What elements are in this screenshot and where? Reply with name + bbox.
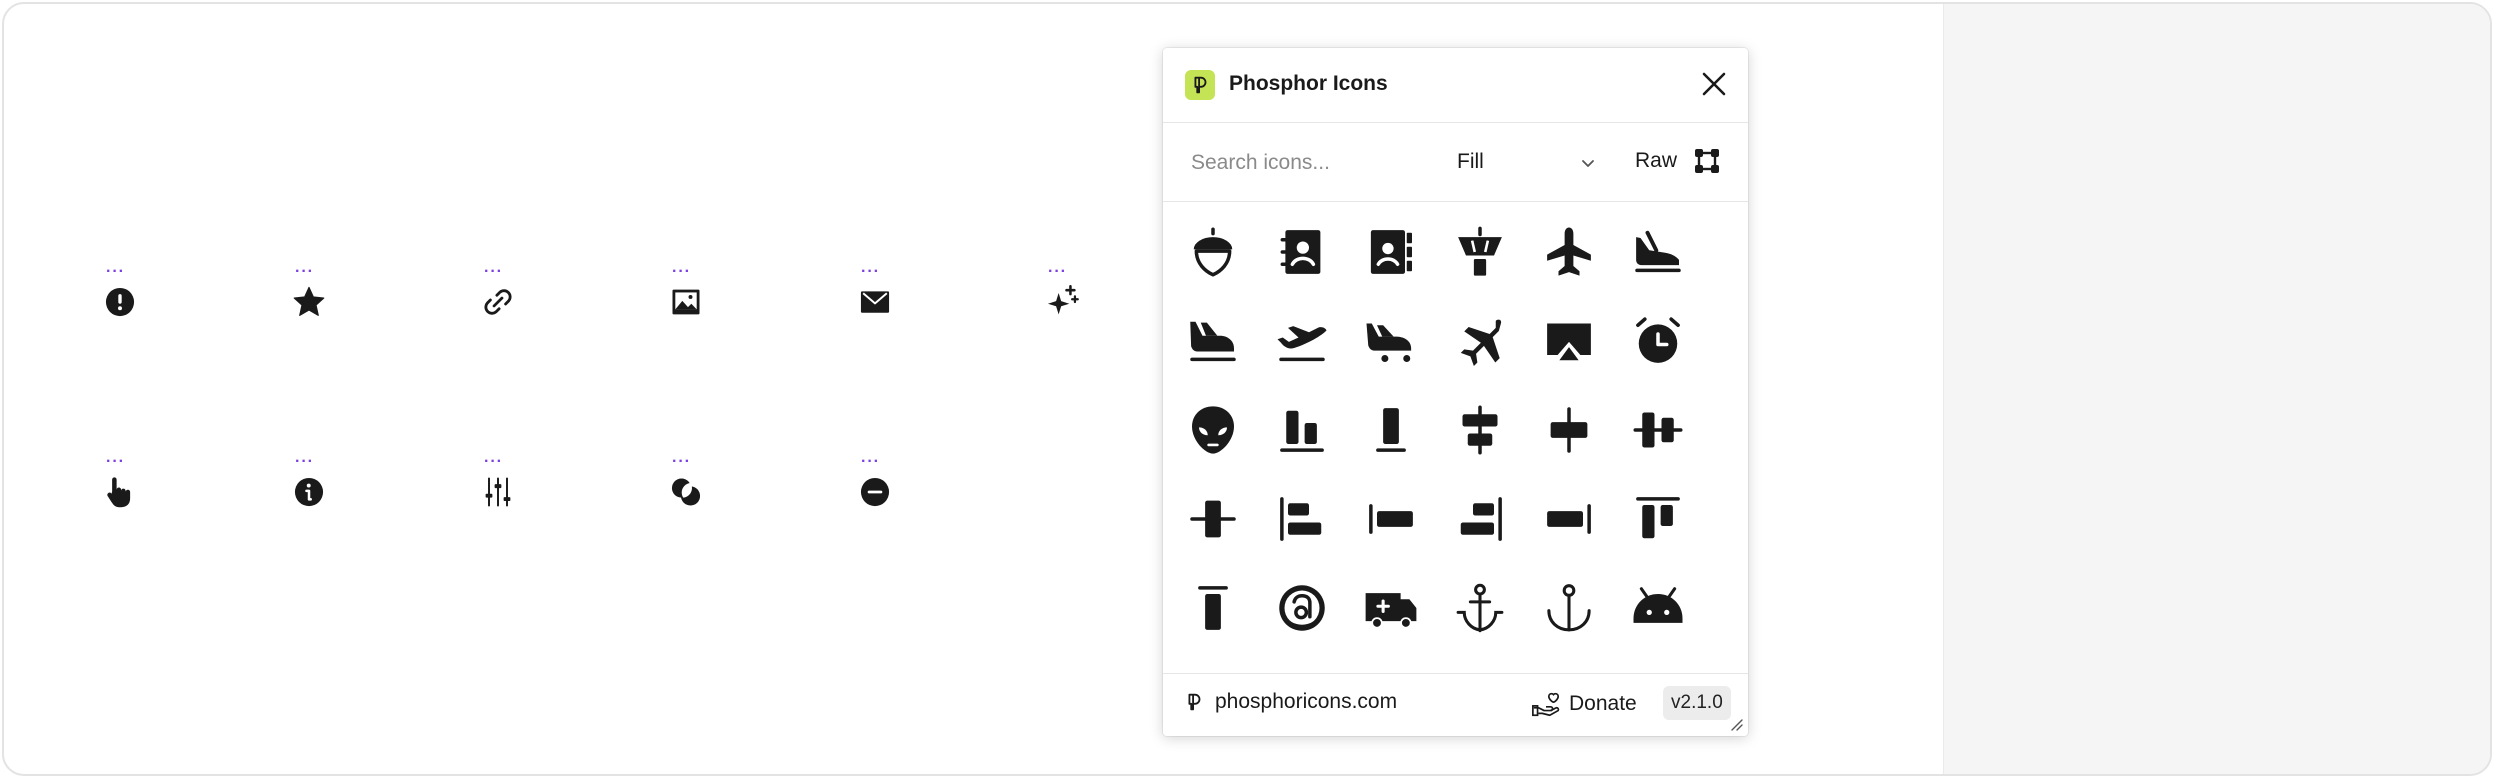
alien-icon[interactable]: [1185, 402, 1241, 458]
canvas-icon-sliders[interactable]: ···: [480, 454, 540, 534]
weight-select[interactable]: Fill: [1457, 145, 1597, 179]
image-icon: [672, 289, 700, 315]
close-icon: [1702, 72, 1726, 96]
resize-handle[interactable]: [1728, 716, 1744, 732]
align-bottom-icon[interactable]: [1274, 402, 1330, 458]
star-icon: [293, 286, 325, 316]
selection-handle: ···: [295, 453, 314, 470]
site-link[interactable]: phosphoricons.com: [1183, 690, 1397, 714]
canvas-icon-intersect[interactable]: ···: [668, 454, 728, 534]
airplane-taxiing-icon[interactable]: [1363, 313, 1419, 369]
align-top-simple-icon[interactable]: [1185, 580, 1241, 636]
sparkle-icon: [1047, 284, 1079, 315]
version-badge: v2.1.0: [1663, 686, 1731, 720]
anchor-icon[interactable]: [1452, 580, 1508, 636]
plugin-header: Phosphor Icons: [1163, 48, 1748, 123]
selection-handle: ···: [295, 263, 314, 280]
address-book-icon[interactable]: [1274, 224, 1330, 280]
canvas-icon-image[interactable]: ···: [668, 264, 728, 344]
canvas-icon-link[interactable]: ···: [480, 264, 540, 344]
align-right-simple-icon[interactable]: [1541, 491, 1597, 547]
selection-handle: ···: [1048, 263, 1067, 280]
align-center-vertical-icon[interactable]: [1630, 402, 1686, 458]
airplane-icon[interactable]: [1541, 224, 1597, 280]
warning-circle-icon: [105, 287, 135, 317]
minus-circle-icon: [860, 477, 890, 507]
canvas-icon-envelope[interactable]: ···: [857, 264, 917, 344]
envelope-icon: [860, 291, 890, 313]
selection-handle: ···: [672, 453, 691, 470]
donate-button[interactable]: Donate: [1531, 689, 1637, 719]
align-center-horizontal-simple-icon[interactable]: [1541, 402, 1597, 458]
info-icon: [294, 477, 324, 507]
selection-handle: ···: [484, 453, 503, 470]
hand-heart-icon: [1532, 692, 1560, 717]
selection-handle: ···: [861, 453, 880, 470]
amazon-logo-icon[interactable]: [1274, 580, 1330, 636]
selection-handle: ···: [861, 263, 880, 280]
canvas-icon-star[interactable]: ···: [291, 264, 351, 344]
align-bottom-simple-icon[interactable]: [1363, 402, 1419, 458]
weight-select-value: Fill: [1457, 150, 1484, 173]
selection-handle: ···: [106, 263, 125, 280]
canvas-icon-hand-pointing[interactable]: ···: [102, 454, 162, 534]
canvas-icon-minus-circle[interactable]: ···: [857, 454, 917, 534]
intersect-icon: [671, 478, 701, 506]
align-right-icon[interactable]: [1452, 491, 1508, 547]
airport-tower-icon[interactable]: [1452, 224, 1508, 280]
ambulance-icon[interactable]: [1363, 580, 1419, 636]
search-input[interactable]: [1189, 145, 1423, 181]
align-center-horizontal-icon[interactable]: [1452, 402, 1508, 458]
donate-label: Donate: [1569, 692, 1637, 715]
canvas-icon-warning-circle[interactable]: ···: [102, 264, 162, 344]
phosphor-plugin-window: Phosphor Icons Fill Raw: [1163, 48, 1748, 736]
close-button[interactable]: [1696, 66, 1732, 102]
airplane-takeoff-icon[interactable]: [1274, 313, 1330, 369]
align-left-simple-icon[interactable]: [1363, 491, 1419, 547]
phosphor-logo-icon: [1188, 693, 1201, 711]
raw-label: Raw: [1635, 149, 1678, 172]
address-book-tabs-icon[interactable]: [1363, 224, 1419, 280]
vector-frame-icon: [1695, 149, 1719, 173]
plugin-title: Phosphor Icons: [1229, 72, 1388, 95]
link-icon: [484, 289, 512, 315]
phosphor-logo-icon: [1185, 70, 1215, 100]
selection-handle: ···: [484, 263, 503, 280]
canvas-icon-sparkle[interactable]: ···: [1044, 264, 1104, 344]
align-top-icon[interactable]: [1630, 491, 1686, 547]
plugin-footer: phosphoricons.com Donate v2.1.0: [1163, 673, 1748, 736]
plugin-toolbar: Fill Raw: [1163, 123, 1748, 202]
icon-grid[interactable]: [1163, 202, 1748, 674]
raw-toggle[interactable]: [1693, 147, 1721, 175]
right-side-panel: [1943, 4, 2490, 774]
airplane-landing-icon[interactable]: [1630, 224, 1686, 280]
site-link-label: phosphoricons.com: [1215, 690, 1398, 713]
airplane-tilt-icon[interactable]: [1452, 313, 1508, 369]
selection-handle: ···: [672, 263, 691, 280]
airplane-in-flight-icon[interactable]: [1185, 313, 1241, 369]
sliders-icon: [485, 477, 511, 507]
selection-handle: ···: [106, 453, 125, 470]
alarm-icon[interactable]: [1630, 313, 1686, 369]
resize-grip-icon: [1731, 719, 1743, 731]
canvas-icon-info[interactable]: ···: [291, 454, 351, 534]
anchor-simple-icon[interactable]: [1541, 580, 1597, 636]
android-logo-icon[interactable]: [1630, 580, 1686, 636]
acorn-icon[interactable]: [1185, 224, 1241, 280]
chevron-down-icon: [1582, 160, 1594, 167]
hand-pointing-icon: [107, 477, 131, 508]
align-left-icon[interactable]: [1274, 491, 1330, 547]
align-center-vertical-simple-icon[interactable]: [1185, 491, 1241, 547]
airplay-icon[interactable]: [1541, 313, 1597, 369]
